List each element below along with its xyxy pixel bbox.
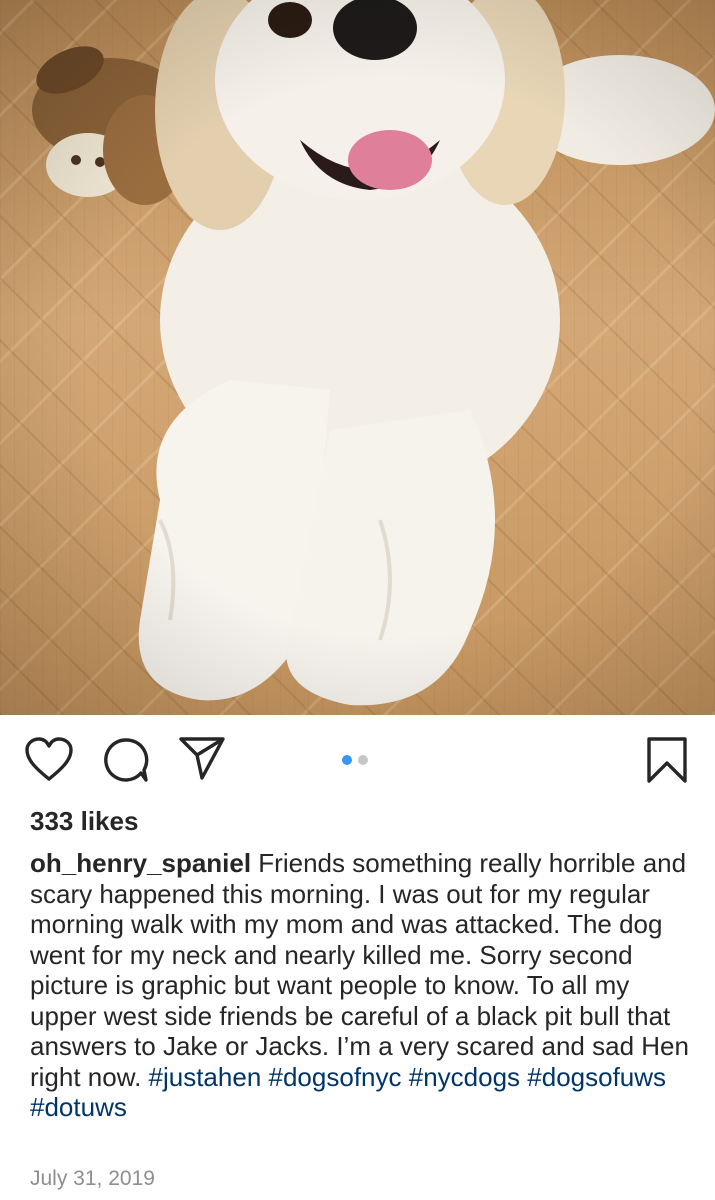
hashtag-link[interactable]: #dogsofnyc [269,1062,402,1092]
likes-count[interactable]: 333 likes [30,806,138,837]
hashtag-link[interactable]: #justahen [149,1062,262,1092]
hashtag-link[interactable]: #dogsofuws [527,1062,666,1092]
username-link[interactable]: oh_henry_spaniel [30,848,251,878]
caption-text: Friends something really horrible and sc… [30,848,689,1092]
hashtag-link[interactable]: #nycdogs [409,1062,520,1092]
hashtag-link[interactable]: #dotuws [30,1092,127,1122]
bookmark-icon[interactable] [646,736,688,784]
post-caption: oh_henry_spaniel Friends something reall… [30,848,700,1123]
carousel-indicator [342,755,368,765]
paper-plane-icon[interactable] [178,735,226,781]
carousel-dot[interactable] [358,755,368,765]
post-date: July 31, 2019 [30,1167,155,1190]
photo-shade [0,0,715,715]
comment-icon[interactable] [103,737,149,783]
post-photo[interactable] [0,0,715,715]
carousel-dot-active[interactable] [342,755,352,765]
heart-icon[interactable] [24,737,74,783]
